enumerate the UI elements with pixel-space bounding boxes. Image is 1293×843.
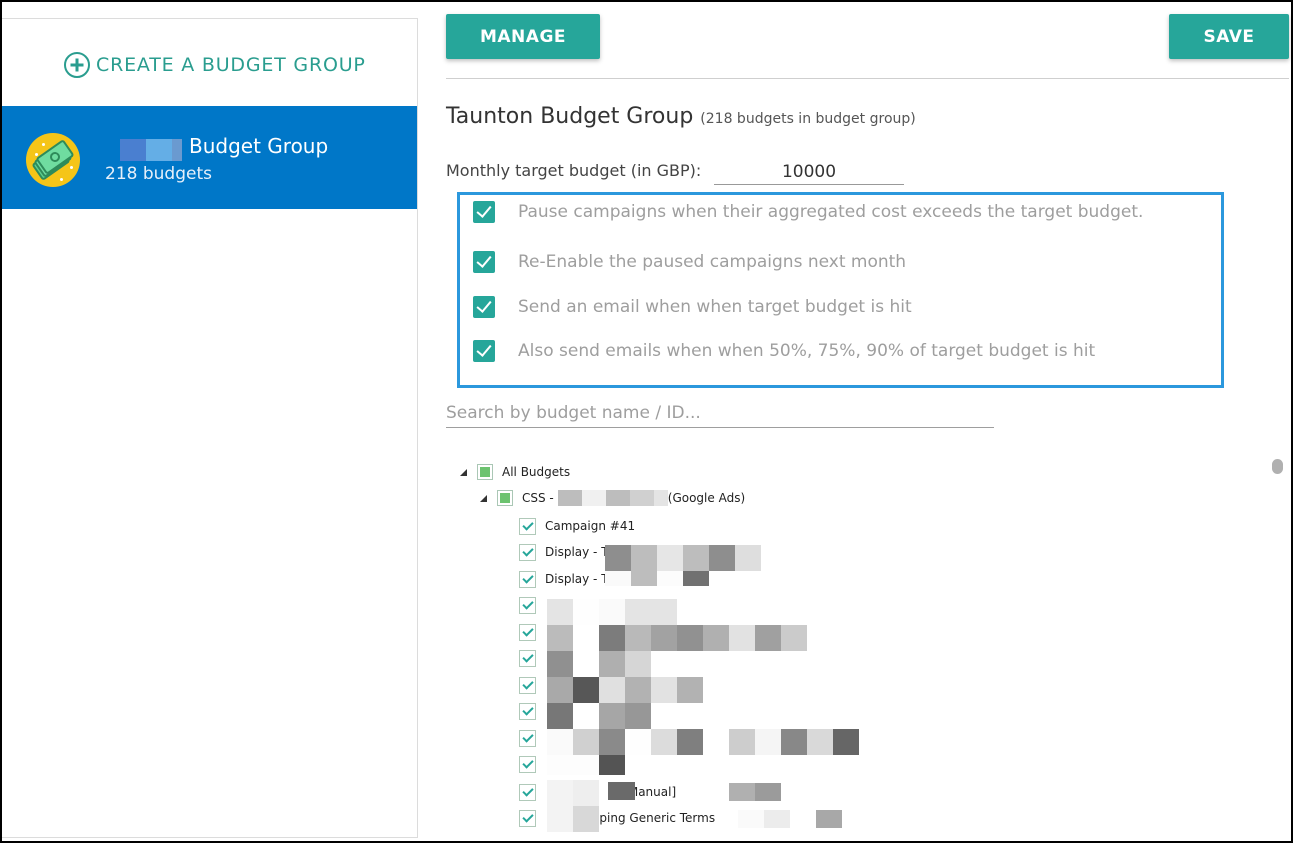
redacted-text (605, 545, 761, 571)
tree-leaf[interactable] (519, 754, 545, 774)
tree-node-label: All Budgets (502, 465, 571, 479)
redacted-text (738, 810, 842, 828)
checkbox-checked-icon[interactable] (519, 809, 536, 827)
tree-node-root[interactable]: All Budgets (460, 462, 570, 482)
redacted-text (547, 651, 651, 677)
checkbox-partial-icon[interactable] (477, 464, 493, 480)
budget-group-item[interactable]: Budget Group 218 budgets (2, 106, 417, 209)
tree-leaf[interactable]: Display - T (519, 542, 609, 562)
budget-group-name: Budget Group (189, 134, 329, 158)
manage-button[interactable]: MANAGE (446, 14, 600, 59)
tree-leaf[interactable]: Campaign #41 (519, 516, 635, 536)
target-budget-input[interactable] (714, 159, 904, 185)
plus-circle-icon (64, 52, 90, 78)
option-pause-campaigns[interactable]: Pause campaigns when their aggregated co… (473, 201, 1143, 223)
redacted-text (547, 729, 859, 755)
page-title: Taunton Budget Group (218 budgets in bud… (446, 104, 916, 129)
tree-leaf[interactable] (519, 595, 545, 615)
checkbox-checked-icon[interactable] (519, 517, 536, 535)
checkbox-checked-icon[interactable] (519, 649, 536, 667)
create-budget-group-button[interactable]: CREATE A BUDGET GROUP (64, 51, 366, 79)
checkbox-checked-icon[interactable] (473, 251, 495, 273)
budget-groups-panel: CREATE A BUDGET GROUP Budget Group 218 b… (2, 18, 418, 838)
budget-search-input[interactable] (446, 398, 994, 428)
redacted-text (547, 755, 625, 775)
checkbox-checked-icon[interactable] (519, 570, 536, 588)
redacted-group-name-prefix (120, 139, 182, 161)
money-bills-icon (26, 133, 80, 187)
redacted-text (605, 571, 709, 586)
checkbox-checked-icon[interactable] (519, 543, 536, 561)
header-divider (446, 78, 1289, 79)
tree-node-account[interactable]: CSS - (Google Ads) (480, 488, 745, 508)
checkbox-checked-icon[interactable] (473, 201, 495, 223)
tree-node-label: CSS - (522, 491, 554, 505)
checkbox-checked-icon[interactable] (519, 676, 536, 694)
tree-leaf[interactable] (519, 622, 545, 642)
collapse-triangle-icon[interactable] (480, 494, 487, 502)
group-title: Taunton Budget Group (446, 104, 694, 129)
option-threshold-emails[interactable]: Also send emails when when 50%, 75%, 90%… (473, 340, 1095, 362)
redacted-text (547, 806, 599, 832)
options-box: Pause campaigns when their aggregated co… (457, 192, 1224, 388)
redacted-text (547, 780, 635, 806)
checkbox-checked-icon[interactable] (519, 702, 536, 720)
checkbox-checked-icon[interactable] (519, 755, 536, 773)
redacted-text (547, 677, 703, 703)
checkbox-checked-icon[interactable] (519, 729, 536, 747)
tree-leaf[interactable] (519, 675, 545, 695)
tree-leaf[interactable] (519, 701, 545, 721)
redacted-text (547, 703, 651, 729)
option-send-email[interactable]: Send an email when when target budget is… (473, 296, 912, 318)
create-budget-group-label: CREATE A BUDGET GROUP (96, 54, 366, 76)
scrollbar-thumb[interactable] (1272, 459, 1283, 474)
checkbox-partial-icon[interactable] (497, 490, 513, 506)
redacted-text (547, 599, 677, 625)
tree-leaf[interactable]: Display - T (519, 569, 609, 589)
budget-group-count: 218 budgets (105, 164, 212, 184)
checkbox-checked-icon[interactable] (519, 596, 536, 614)
option-reenable-campaigns[interactable]: Re-Enable the paused campaigns next mont… (473, 251, 906, 273)
tree-leaf[interactable] (519, 728, 545, 748)
checkbox-checked-icon[interactable] (519, 783, 536, 801)
group-subtitle: (218 budgets in budget group) (700, 111, 916, 127)
redacted-text (547, 625, 807, 651)
redacted-text (557, 490, 668, 506)
checkbox-checked-icon[interactable] (519, 623, 536, 641)
checkbox-checked-icon[interactable] (473, 296, 495, 318)
tree-node-label-suffix: (Google Ads) (667, 491, 746, 505)
tree-leaf[interactable] (519, 648, 545, 668)
collapse-triangle-icon[interactable] (460, 468, 467, 476)
target-budget-label: Monthly target budget (in GBP): (446, 161, 702, 180)
checkbox-checked-icon[interactable] (473, 340, 495, 362)
redacted-text (729, 783, 781, 801)
save-button[interactable]: SAVE (1169, 14, 1289, 59)
